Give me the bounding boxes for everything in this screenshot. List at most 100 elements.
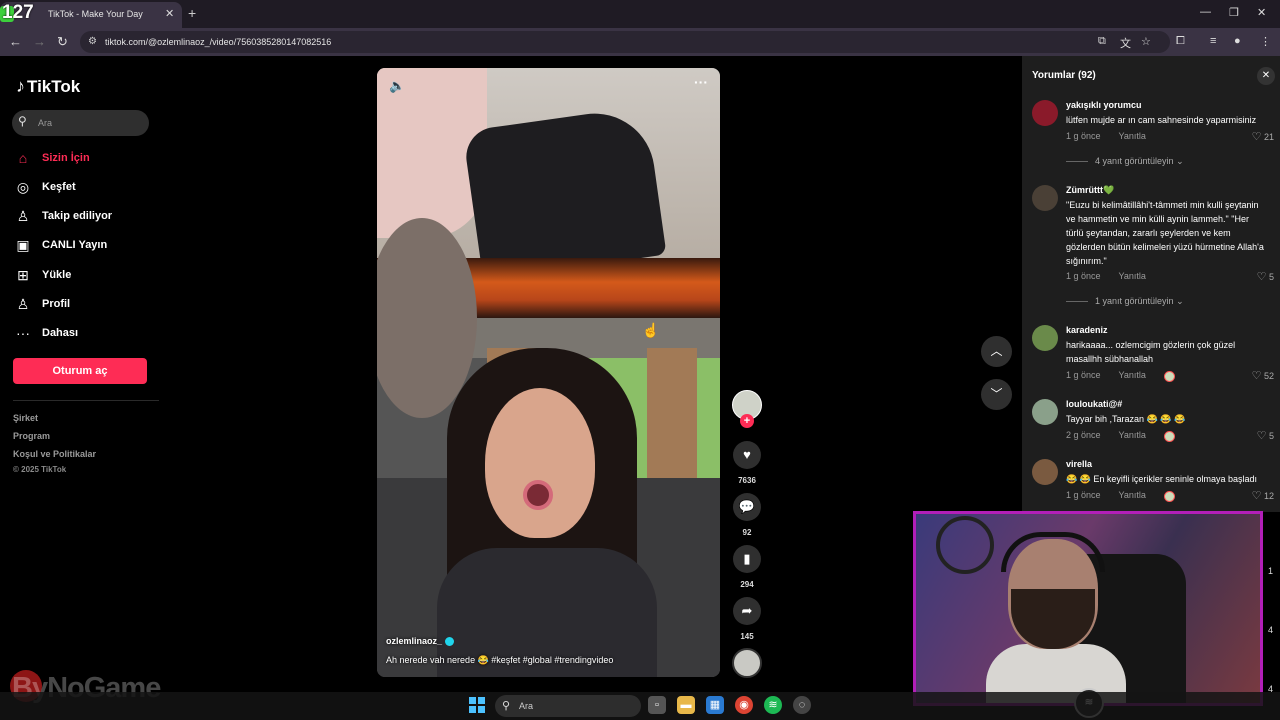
comment-text: 😂 😂 En keyifli içerikler seninle olmaya … <box>1066 474 1257 484</box>
chrome-icon[interactable]: ◉ <box>735 696 753 714</box>
heart-outline-icon: ♡ <box>1256 430 1267 442</box>
comment-text: harikaaaa... ozlemcigim gözlerin çok güz… <box>1066 340 1236 364</box>
share-arrow-icon[interactable]: ➦ <box>733 597 761 625</box>
comment-meta: 1 g önce Yanıtla <box>1066 271 1146 281</box>
sidebar-item-upload[interactable]: ⊞ Yükle <box>14 266 154 288</box>
commenter-avatar[interactable] <box>1032 459 1058 485</box>
comment-text: "Euzu bi kelimâtillâhi't-tâmmeti min kul… <box>1066 200 1264 266</box>
chevron-down-icon: ⌄ <box>1176 156 1184 166</box>
heart-outline-icon: ♡ <box>1251 490 1262 502</box>
back-icon[interactable]: ← <box>9 34 22 49</box>
footer-link-company[interactable]: Şirket <box>13 413 38 423</box>
footer-link-program[interactable]: Program <box>13 431 50 441</box>
comment-text: lütfen mujde ar ın cam sahnesinde yaparm… <box>1066 115 1257 125</box>
search-input[interactable]: ⚲ Ara <box>12 110 149 136</box>
commenter-avatar[interactable] <box>1032 325 1058 351</box>
comment-bubble-icon[interactable]: 💬 <box>733 493 761 521</box>
mouse-cursor-icon: ☝ <box>642 322 660 338</box>
comment-like[interactable]: ♡ 52 <box>1252 369 1274 382</box>
music-disc-icon[interactable] <box>732 648 762 678</box>
sidebar-item-explore[interactable]: ◎ Keşfet <box>14 178 154 200</box>
search-icon: ⚲ <box>18 114 27 128</box>
comment-user[interactable]: karadeniz <box>1066 325 1108 335</box>
search-icon: ⚲ <box>502 700 511 712</box>
windows-start-icon[interactable] <box>469 697 485 713</box>
view-replies-button[interactable]: 1 yanıt görüntüleyin ⌄ <box>1066 296 1184 307</box>
url-field[interactable]: ⚙ tiktok.com/@ozlemlinaoz_/video/7560385… <box>80 31 1170 53</box>
tab-close-icon[interactable]: ✕ <box>165 7 174 20</box>
heart-outline-icon: ♡ <box>1251 131 1262 143</box>
minimize-icon[interactable]: — <box>1200 6 1211 18</box>
login-button[interactable]: Oturum aç <box>13 358 147 384</box>
sidebar-item-for-you[interactable]: ⌂ Sizin İçin <box>14 149 154 171</box>
reply-button[interactable]: Yanıtla <box>1119 271 1146 281</box>
video-player[interactable]: 🔈 ··· ozlemlinaoz_ Ah nerede vah nerede … <box>377 68 720 677</box>
verified-icon <box>445 637 455 647</box>
commenter-avatar[interactable] <box>1032 399 1058 425</box>
follow-plus-icon[interactable]: + <box>740 414 754 428</box>
save-count: 294 <box>740 580 754 589</box>
video-scene-face <box>485 388 595 538</box>
browser-tab[interactable]: 127 TikTok - Make Your Day ✕ <box>0 2 182 28</box>
comment-like[interactable]: ♡ 5 <box>1257 429 1274 442</box>
reply-button[interactable]: Yanıtla <box>1119 490 1146 500</box>
comment-user[interactable]: virella <box>1066 459 1092 469</box>
comment-like[interactable]: ♡ 21 <box>1252 130 1274 143</box>
media-control-icon[interactable]: ≡ <box>1210 35 1216 47</box>
volume-icon[interactable]: 🔈 <box>389 78 405 94</box>
translate-icon[interactable]: 文 <box>1120 35 1131 51</box>
footer-link-terms[interactable]: Koşul ve Politikalar <box>13 449 96 459</box>
close-comments-icon[interactable]: ✕ <box>1257 67 1275 85</box>
comment-user[interactable]: yakışıklı yorumcu <box>1066 100 1142 110</box>
file-explorer-icon[interactable]: ▬ <box>677 696 695 714</box>
next-video-button[interactable]: ﹀ <box>981 379 1012 410</box>
video-more-icon[interactable]: ··· <box>694 74 708 90</box>
sidebar-item-following[interactable]: ♙ Takip ediliyor <box>14 207 154 229</box>
restore-icon[interactable]: ❐ <box>1229 6 1239 19</box>
creator-liked-avatar <box>1164 431 1175 442</box>
like-heart-icon[interactable]: ♥ <box>733 441 761 469</box>
browser-menu-icon[interactable]: ⋮ <box>1260 35 1271 48</box>
spotify-icon[interactable]: ≋ <box>764 696 782 714</box>
commenter-avatar[interactable] <box>1032 100 1058 126</box>
sidebar-divider <box>13 400 159 401</box>
install-app-icon[interactable]: ⧉ <box>1098 35 1106 48</box>
video-scene-bag <box>462 105 667 281</box>
comments-panel: Yorumlar (92) ✕ yakışıklı yorumcu lütfen… <box>1022 56 1280 512</box>
sidebar-item-more[interactable]: ··· Dahası <box>14 324 154 346</box>
copyright: © 2025 TikTok <box>13 465 67 474</box>
store-icon[interactable]: ▦ <box>706 696 724 714</box>
tiktok-logo[interactable]: ♪ TikTok <box>16 76 80 97</box>
extensions-icon[interactable]: ⧠ <box>1176 35 1185 48</box>
obs-icon[interactable]: ◌ <box>793 696 811 714</box>
site-info-icon[interactable]: ⚙ <box>88 36 97 47</box>
reply-button[interactable]: Yanıtla <box>1119 370 1146 380</box>
search-placeholder: Ara <box>38 118 53 128</box>
window-close-icon[interactable]: ✕ <box>1257 6 1266 19</box>
taskbar-search-input[interactable]: ⚲ Ara <box>495 695 641 717</box>
sidebar-item-profile[interactable]: ♙ Profil <box>14 295 154 317</box>
chevron-down-icon: ﹀ <box>990 387 1003 401</box>
forward-icon[interactable]: → <box>33 34 46 49</box>
profile-avatar-icon[interactable]: ● <box>1234 35 1241 47</box>
new-tab-icon[interactable]: + <box>188 5 196 21</box>
view-replies-button[interactable]: 4 yanıt görüntüleyin ⌄ <box>1066 156 1184 167</box>
reply-button[interactable]: Yanıtla <box>1119 131 1146 141</box>
comment-user[interactable]: Zümrüttt💚 <box>1066 185 1114 196</box>
comment-meta: 2 g önce Yanıtla <box>1066 430 1146 440</box>
bookmark-icon[interactable]: ▮ <box>733 545 761 573</box>
reply-button[interactable]: Yanıtla <box>1119 430 1146 440</box>
sidebar-item-live[interactable]: ▣ CANLI Yayın <box>14 236 154 258</box>
comment-like[interactable]: ♡ 5 <box>1257 270 1274 283</box>
commenter-avatar[interactable] <box>1032 185 1058 211</box>
task-view-icon[interactable]: ▫ <box>648 696 666 714</box>
tab-title: TikTok - Make Your Day <box>48 9 143 19</box>
bookmark-star-icon[interactable]: ☆ <box>1141 35 1151 48</box>
video-author[interactable]: ozlemlinaoz_ <box>386 636 455 647</box>
reload-icon[interactable]: ↻ <box>57 34 68 50</box>
comment-user[interactable]: louloukati@# <box>1066 399 1122 409</box>
previous-video-button[interactable]: ︿ <box>981 336 1012 367</box>
side-number: 4 <box>1268 625 1274 635</box>
address-toolbar: ← → ↻ ⚙ tiktok.com/@ozlemlinaoz_/video/7… <box>0 28 1280 56</box>
comment-like[interactable]: ♡ 12 <box>1252 489 1274 502</box>
